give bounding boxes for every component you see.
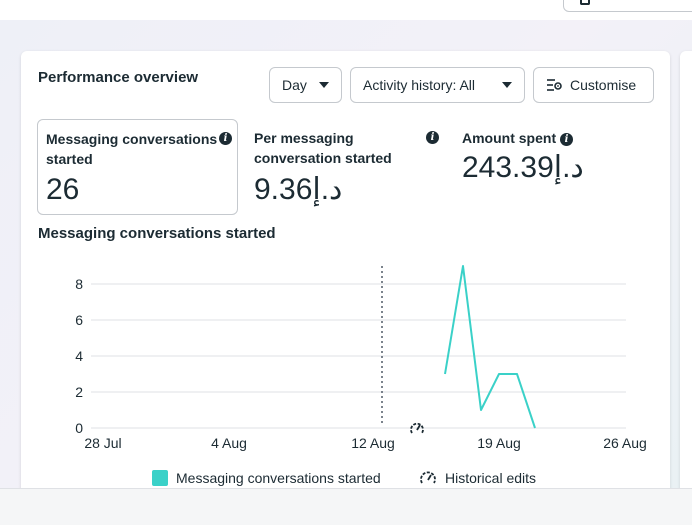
line-chart: 0 2 4 6 8 28 Jul 4 Aug 12 Aug 19 Aug 26 Aug	[75, 265, 647, 451]
legend-series-label: Messaging conversations started	[176, 470, 381, 486]
adjacent-card	[680, 51, 692, 525]
legend-series[interactable]: Messaging conversations started	[152, 470, 381, 486]
legend-swatch	[152, 470, 168, 486]
x-tick-label: 26 Aug	[603, 435, 647, 451]
download-icon	[580, 0, 590, 5]
y-tick-label: 0	[75, 420, 83, 436]
bottom-band	[0, 488, 692, 525]
x-tick-label: 12 Aug	[351, 435, 395, 451]
y-tick-label: 4	[75, 348, 83, 364]
performance-overview-card: Performance overview Day Activity histor…	[21, 51, 670, 525]
gauge-icon	[420, 471, 436, 484]
x-tick-label: 19 Aug	[477, 435, 521, 451]
y-tick-label: 6	[75, 312, 83, 328]
y-tick-label: 2	[75, 384, 83, 400]
legend-edits-label: Historical edits	[445, 470, 537, 486]
series-line	[444, 265, 536, 429]
y-tick-label: 8	[75, 276, 83, 292]
x-tick-label: 4 Aug	[211, 435, 247, 451]
legend-historical-edits[interactable]: Historical edits	[419, 470, 536, 486]
top-partial-button[interactable]	[563, 0, 692, 12]
x-tick-label: 28 Jul	[84, 435, 121, 451]
